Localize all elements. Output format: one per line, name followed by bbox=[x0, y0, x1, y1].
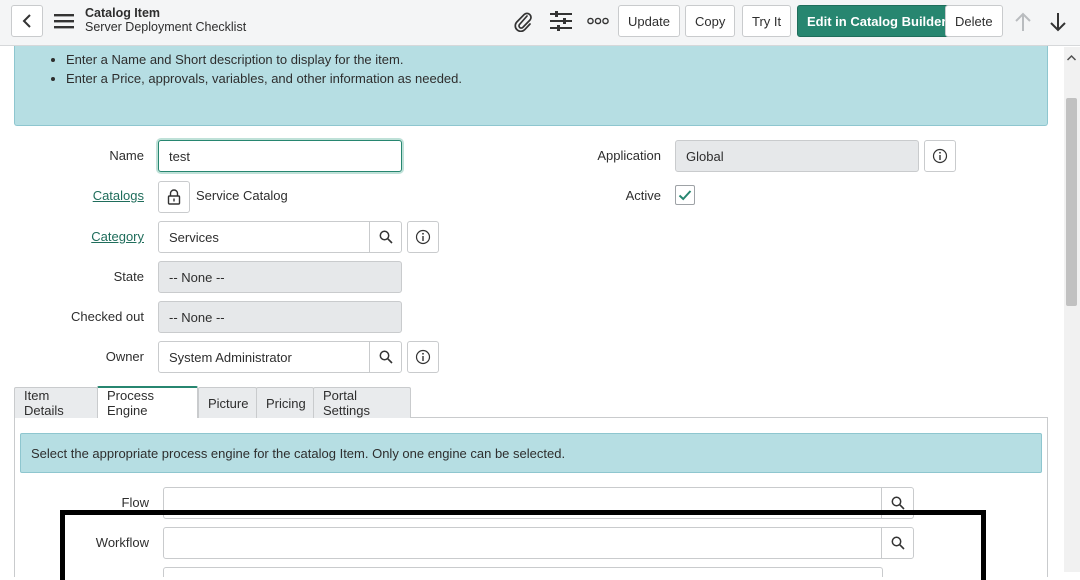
personalize-form-button[interactable] bbox=[548, 9, 574, 33]
lock-icon bbox=[167, 189, 181, 205]
delete-button[interactable]: Delete bbox=[945, 5, 1003, 37]
tab-portal-settings[interactable]: Portal Settings bbox=[313, 387, 411, 418]
instructions-list: Enter a Name and Short description to di… bbox=[15, 50, 1047, 88]
category-lookup-button[interactable] bbox=[369, 221, 402, 253]
paperclip-icon bbox=[514, 12, 532, 32]
instruction-item: Enter a Price, approvals, variables, and… bbox=[66, 69, 1047, 88]
previous-record-button[interactable] bbox=[1011, 9, 1035, 35]
record-name: Server Deployment Checklist bbox=[85, 20, 247, 34]
info-icon bbox=[415, 349, 431, 365]
owner-lookup-button[interactable] bbox=[369, 341, 402, 373]
catalogs-label-link[interactable]: Catalogs bbox=[60, 188, 144, 203]
try-it-button[interactable]: Try It bbox=[742, 5, 792, 37]
search-icon bbox=[379, 350, 393, 364]
next-record-button[interactable] bbox=[1046, 9, 1070, 35]
process-engine-message: Select the appropriate process engine fo… bbox=[20, 433, 1042, 473]
update-button[interactable]: Update bbox=[618, 5, 680, 37]
more-options-icon bbox=[587, 17, 609, 25]
tab-pricing[interactable]: Pricing bbox=[256, 387, 314, 418]
name-value: test bbox=[169, 148, 190, 164]
category-info-button[interactable] bbox=[407, 221, 439, 253]
active-checkbox[interactable] bbox=[675, 185, 695, 205]
arrow-down-icon bbox=[1050, 13, 1066, 32]
tab-process-engine[interactable]: Process Engine bbox=[97, 386, 198, 418]
tab-item-details[interactable]: Item Details bbox=[14, 387, 98, 418]
more-options-button[interactable] bbox=[585, 9, 611, 33]
scrollbar-thumb[interactable] bbox=[1066, 98, 1077, 306]
back-button[interactable] bbox=[11, 5, 43, 37]
workflow-highlight-box bbox=[60, 510, 986, 580]
info-icon bbox=[932, 148, 948, 164]
info-icon bbox=[415, 229, 431, 245]
settings-sliders-icon bbox=[550, 11, 572, 31]
checkmark-icon bbox=[678, 190, 692, 201]
flow-label: Flow bbox=[121, 495, 149, 510]
owner-label: Owner bbox=[105, 349, 144, 364]
record-title: Catalog Item Server Deployment Checklist bbox=[85, 6, 246, 34]
active-label: Active bbox=[625, 188, 661, 203]
arrow-up-icon bbox=[1015, 12, 1031, 31]
hamburger-menu-button[interactable] bbox=[52, 8, 76, 34]
record-type: Catalog Item bbox=[85, 6, 161, 20]
checked-out-label: Checked out bbox=[71, 309, 144, 324]
category-value: Services bbox=[169, 229, 219, 245]
tab-picture[interactable]: Picture bbox=[198, 387, 257, 418]
edit-in-catalog-builder-button[interactable]: Edit in Catalog Builder bbox=[797, 5, 957, 37]
instructions-info-box: Enter a Name and Short description to di… bbox=[14, 46, 1048, 126]
checked-out-field: -- None -- bbox=[158, 301, 402, 333]
name-label: Name bbox=[109, 148, 144, 163]
owner-info-button[interactable] bbox=[407, 341, 439, 373]
state-label: State bbox=[113, 269, 144, 284]
scroll-up-icon[interactable] bbox=[1066, 53, 1077, 63]
hamburger-menu-icon bbox=[54, 14, 74, 29]
category-input[interactable]: Services bbox=[158, 221, 370, 253]
application-label: Application bbox=[597, 148, 661, 163]
instruction-item: Enter a Name and Short description to di… bbox=[66, 50, 1047, 69]
back-arrow-icon bbox=[22, 14, 31, 28]
category-label-link[interactable]: Category bbox=[60, 229, 144, 244]
form-header: Catalog Item Server Deployment Checklist… bbox=[0, 0, 1080, 46]
application-field: Global bbox=[675, 140, 919, 172]
copy-button[interactable]: Copy bbox=[685, 5, 736, 37]
application-value: Global bbox=[686, 148, 724, 164]
checked-out-value: -- None -- bbox=[169, 309, 225, 325]
owner-value: System Administrator bbox=[169, 349, 292, 365]
attachment-button[interactable] bbox=[511, 9, 535, 33]
state-select[interactable]: -- None -- bbox=[158, 261, 402, 293]
catalogs-lock-button[interactable] bbox=[158, 181, 190, 213]
search-icon bbox=[891, 496, 905, 510]
owner-input[interactable]: System Administrator bbox=[158, 341, 370, 373]
state-value: -- None -- bbox=[169, 269, 225, 285]
name-input[interactable]: test bbox=[158, 140, 402, 172]
application-info-button[interactable] bbox=[924, 140, 956, 172]
search-icon bbox=[379, 230, 393, 244]
catalogs-value: Service Catalog bbox=[196, 188, 288, 203]
